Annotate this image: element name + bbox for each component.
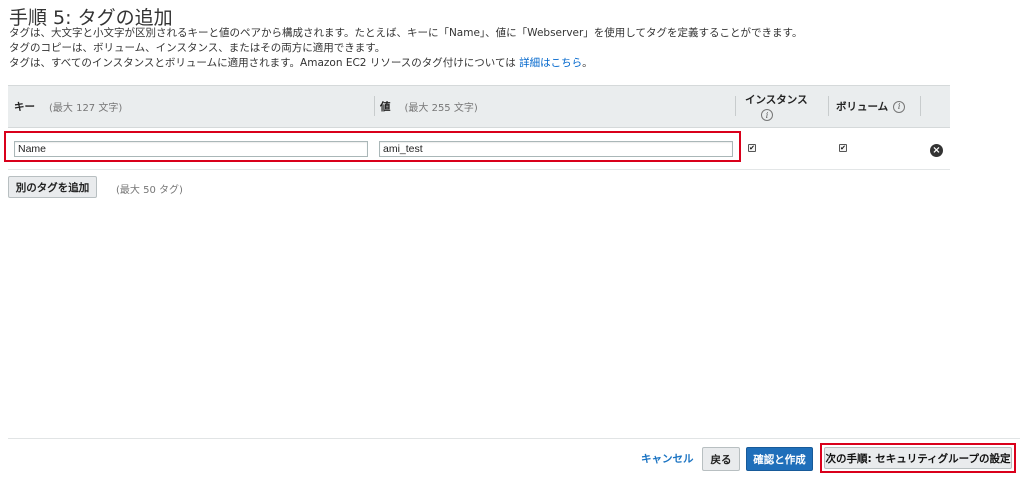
learn-more-link[interactable]: 詳細はこちら <box>519 57 582 69</box>
review-and-launch-button[interactable]: 確認と作成 <box>746 447 813 471</box>
info-icon[interactable]: i <box>761 109 773 121</box>
checkbox-icon: ✔ <box>840 144 846 152</box>
description-line-3-text: タグは、すべてのインスタンスとボリュームに適用されます。Amazon EC2 リ… <box>9 57 516 69</box>
key-column-header: キー (最大 127 文字) <box>14 86 378 127</box>
cancel-link[interactable]: キャンセル <box>641 451 694 466</box>
volumes-header-label: ボリューム <box>836 101 889 113</box>
instances-column-header: インスタンス i <box>739 86 829 127</box>
back-button[interactable]: 戻る <box>702 447 740 471</box>
row-highlight-box <box>4 131 741 162</box>
instances-header-label: インスタンス <box>745 94 808 106</box>
volumes-checkbox[interactable]: ✔ <box>839 144 847 152</box>
column-divider <box>735 96 736 116</box>
footer-divider <box>8 438 1020 439</box>
volumes-column-header: ボリューム i <box>832 86 922 127</box>
value-header-label: 値 <box>380 101 391 113</box>
column-divider <box>374 96 375 116</box>
remove-icon[interactable]: × <box>930 144 943 157</box>
add-tag-limit-note: (最大 50 タグ) <box>116 185 183 196</box>
description-line-3-end: 。 <box>582 57 593 69</box>
tag-table-header: キー (最大 127 文字) 値 (最大 255 文字) インスタンス i ボリ… <box>8 85 950 128</box>
value-column-header: 値 (最大 255 文字) <box>380 86 735 127</box>
value-header-hint: (最大 255 文字) <box>404 103 478 114</box>
instances-checkbox[interactable]: ✔ <box>748 144 756 152</box>
next-configure-security-group-button[interactable]: 次の手順: セキュリティグループの設定 <box>824 447 1012 469</box>
info-icon[interactable]: i <box>893 100 906 113</box>
add-tag-button[interactable]: 別のタグを追加 <box>8 176 97 198</box>
column-divider <box>920 96 921 116</box>
description-line-1: タグは、大文字と小文字が区別されるキーと値のペアから構成されます。たとえば、キー… <box>9 27 803 39</box>
column-divider <box>828 96 829 116</box>
checkbox-icon: ✔ <box>749 144 755 152</box>
description-line-2: タグのコピーは、ボリューム、インスタンス、またはその両方に適用できます。 <box>9 42 386 54</box>
key-header-hint: (最大 127 文字) <box>49 103 123 114</box>
key-header-label: キー <box>14 101 35 113</box>
description-line-3: タグは、すべてのインスタンスとボリュームに適用されます。Amazon EC2 リ… <box>9 55 593 70</box>
